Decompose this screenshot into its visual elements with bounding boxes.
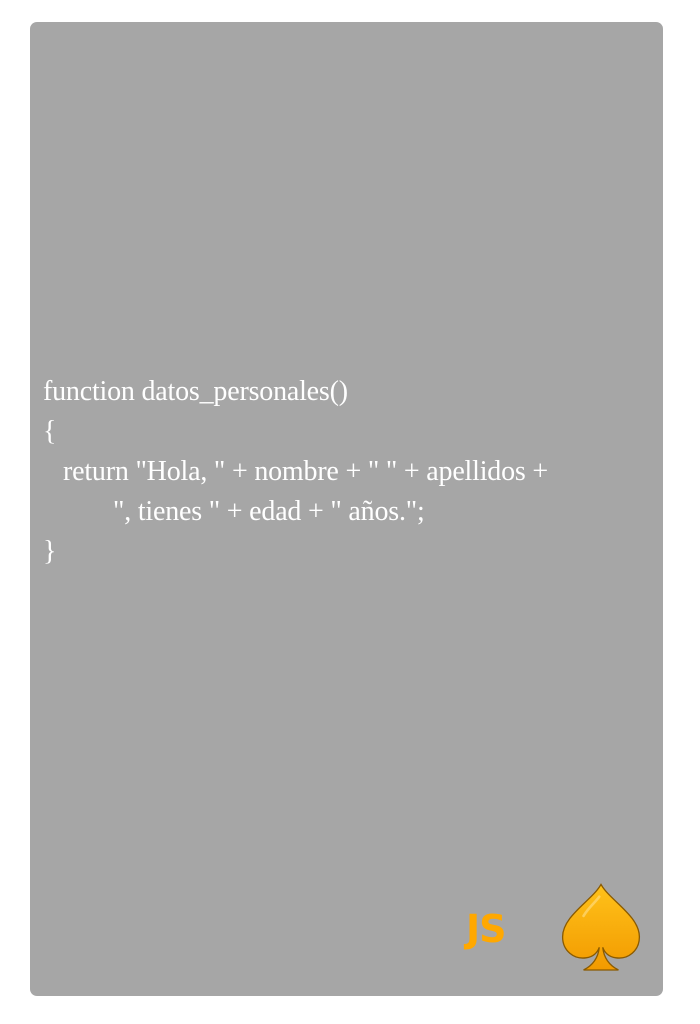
code-block: function datos_personales() { return "Ho… [43,372,643,572]
spade-icon [561,883,641,971]
code-line-return-continuation: ", tienes " + edad + " años."; [113,496,425,527]
code-line-return: return "Hola, " + nombre + " " + apellid… [63,456,548,487]
code-line-function-signature: function datos_personales() [43,376,348,407]
code-line-close-brace: } [43,536,57,567]
code-card: function datos_personales() { return "Ho… [30,22,663,996]
code-line-open-brace: { [43,416,57,447]
brand-label: JS [466,907,507,951]
brand-logo: JS [466,881,646,981]
